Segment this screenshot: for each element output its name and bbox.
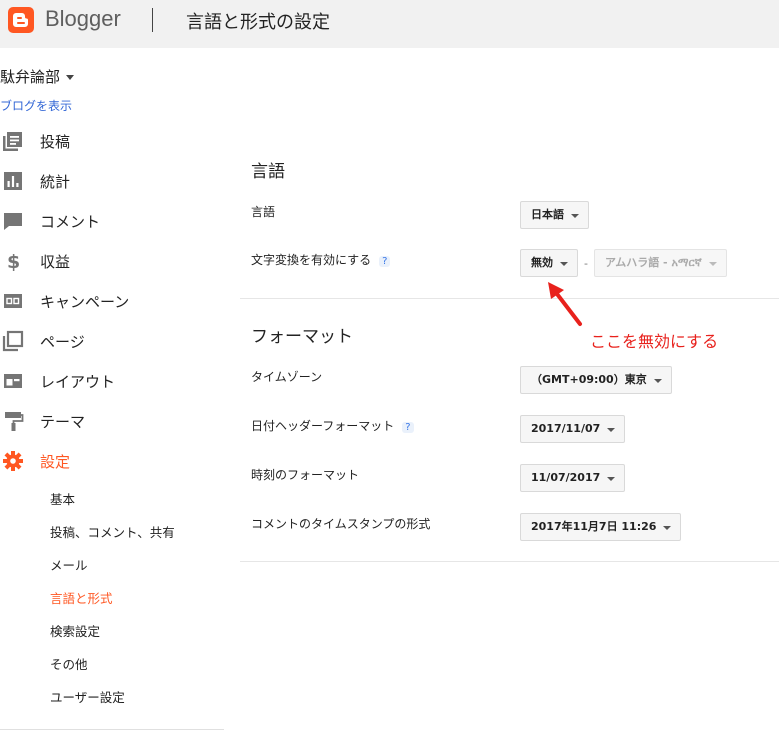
blog-name: 駄弁論部 xyxy=(0,68,61,86)
sidebar-item-pages[interactable]: ページ xyxy=(0,328,220,354)
comment-icon xyxy=(4,213,22,230)
gear-icon xyxy=(3,451,23,471)
transliteration-label: 文字変換を有効にする xyxy=(251,253,372,267)
time-format-label: 時刻のフォーマット xyxy=(251,468,360,482)
transliteration-toggle-select[interactable]: 無効 xyxy=(520,249,578,277)
help-icon[interactable]: ? xyxy=(402,422,414,433)
stats-icon xyxy=(4,172,22,190)
sidebar-item-comments[interactable]: コメント xyxy=(0,208,220,234)
date-header-format-select[interactable]: 2017/11/07 xyxy=(520,415,626,443)
sidebar-subitem-email[interactable]: メール xyxy=(50,555,88,574)
sidebar-subitem-search-preferences[interactable]: 検索設定 xyxy=(50,621,100,640)
sidebar-divider xyxy=(0,729,224,730)
sidebar-subitem-posts-comments-sharing[interactable]: 投稿、コメント、共有 xyxy=(50,522,175,541)
language-select[interactable]: 日本語 xyxy=(520,201,589,229)
layout-icon xyxy=(4,374,22,388)
section-divider xyxy=(240,561,779,562)
sidebar-subitem-other[interactable]: その他 xyxy=(50,654,88,673)
sidebar-item-label: 収益 xyxy=(40,253,71,271)
view-blog-link[interactable]: ブログを表示 xyxy=(0,97,72,114)
paint-roller-icon xyxy=(5,412,24,431)
sidebar-item-label: キャンペーン xyxy=(40,293,130,311)
help-icon[interactable]: ? xyxy=(379,256,391,267)
date-header-label: 日付ヘッダーフォーマット xyxy=(251,419,395,433)
sidebar-item-label: ページ xyxy=(40,333,85,351)
sidebar-item-theme[interactable]: テーマ xyxy=(0,408,220,434)
sidebar-subitem-language-formatting[interactable]: 言語と形式 xyxy=(50,588,113,607)
transliteration-language-select: アムハラ語 - አማርኛ xyxy=(594,249,727,277)
chevron-down-icon xyxy=(66,75,75,80)
date-header-label-row: 日付ヘッダーフォーマット? xyxy=(251,417,414,434)
annotation-arrow-icon xyxy=(548,282,582,326)
top-bar: Blogger 言語と形式の設定 xyxy=(0,0,779,48)
timezone-label: タイムゾーン xyxy=(251,370,323,384)
pages-icon xyxy=(2,330,24,352)
format-section-title: フォーマット xyxy=(251,327,353,347)
comment-timestamp-format-select[interactable]: 2017年11月7日 11:26 xyxy=(520,513,682,541)
blogger-logo-icon[interactable] xyxy=(8,7,34,33)
sidebar-item-label: 設定 xyxy=(40,453,71,471)
timezone-select[interactable]: （GMT+09:00）東京 xyxy=(520,366,672,394)
sidebar-item-label: レイアウト xyxy=(40,373,116,391)
sidebar-item-label: コメント xyxy=(40,213,101,231)
page-title: 言語と形式の設定 xyxy=(186,12,330,33)
brand-name: Blogger xyxy=(45,6,121,31)
blog-selector[interactable]: 駄弁論部 xyxy=(0,66,75,87)
sidebar-item-label: 統計 xyxy=(40,173,71,191)
sidebar-item-label: 投稿 xyxy=(40,133,71,151)
sidebar-item-posts[interactable]: 投稿 xyxy=(0,128,220,154)
language-label: 言語 xyxy=(251,205,276,219)
annotation-text: ここを無効にする xyxy=(590,332,719,351)
language-section-title: 言語 xyxy=(251,162,285,182)
dollar-icon: $ xyxy=(7,251,20,272)
comment-timestamp-label: コメントのタイムスタンプの形式 xyxy=(251,517,431,531)
sidebar-item-layout[interactable]: レイアウト xyxy=(0,368,220,394)
section-divider xyxy=(240,298,779,299)
transliteration-label-row: 文字変換を有効にする? xyxy=(251,251,391,268)
time-format-select[interactable]: 11/07/2017 xyxy=(520,464,626,492)
sidebar-item-settings[interactable]: 設定 xyxy=(0,448,220,474)
header-divider xyxy=(152,8,153,32)
svg-text:$: $ xyxy=(7,251,20,272)
ad-icon xyxy=(4,294,22,308)
separator-dash: - xyxy=(584,257,588,270)
sidebar-item-label: テーマ xyxy=(40,413,86,431)
sidebar-subitem-user-settings[interactable]: ユーザー設定 xyxy=(50,687,125,706)
sidebar-item-stats[interactable]: 統計 xyxy=(0,168,220,194)
sidebar-subitem-basic[interactable]: 基本 xyxy=(50,489,75,508)
sidebar-item-earnings[interactable]: $ 収益 xyxy=(0,248,220,274)
sidebar-item-campaigns[interactable]: キャンペーン xyxy=(0,288,220,314)
posts-icon xyxy=(3,132,22,151)
